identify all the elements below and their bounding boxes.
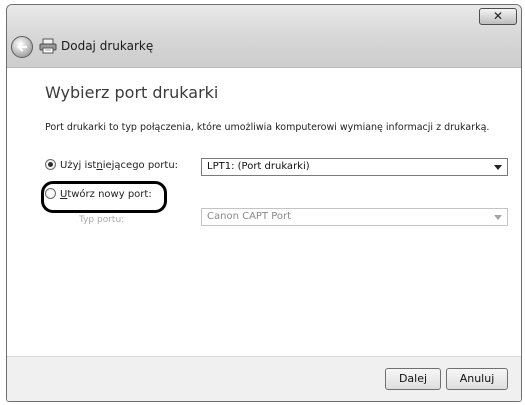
close-icon: ✕	[492, 9, 504, 23]
chevron-down-icon	[494, 165, 502, 170]
chevron-down-icon	[494, 215, 502, 220]
next-button[interactable]: Dalej	[385, 368, 441, 390]
cancel-button[interactable]: Anuluj	[446, 368, 508, 390]
page-heading: Wybierz port drukarki	[45, 83, 219, 102]
back-button[interactable]	[11, 36, 33, 58]
wizard-footer: Dalej Anuluj	[7, 356, 521, 401]
window-title: Dodaj drukarkę	[61, 39, 154, 53]
new-port-option[interactable]: Utwórz nowy port:	[45, 188, 152, 200]
close-button[interactable]: ✕	[479, 8, 517, 25]
add-printer-window: ✕ Dodaj drukarkę Wybierz port drukarki P…	[6, 4, 522, 402]
existing-port-label-b: iejącego portu:	[102, 160, 179, 171]
port-type-select-value: Canon CAPT Port	[207, 211, 292, 222]
existing-port-radio[interactable]	[45, 159, 56, 170]
title-bar: ✕ Dodaj drukarkę	[7, 5, 521, 68]
existing-port-label-a: Użyj ist	[60, 160, 97, 171]
existing-port-option[interactable]: Użyj istniejącego portu:	[45, 159, 178, 171]
port-type-label: Typ portu:	[79, 215, 125, 225]
printer-icon	[39, 38, 57, 54]
existing-port-select-value: LPT1: (Port drukarki)	[207, 161, 310, 172]
port-type-select[interactable]: Canon CAPT Port	[201, 208, 508, 226]
back-arrow-icon	[17, 42, 28, 52]
page-description: Port drukarki to typ połączenia, które u…	[45, 122, 490, 133]
existing-port-select[interactable]: LPT1: (Port drukarki)	[201, 158, 508, 176]
new-port-radio[interactable]	[45, 188, 56, 199]
new-port-label: twórz nowy port:	[67, 189, 152, 200]
